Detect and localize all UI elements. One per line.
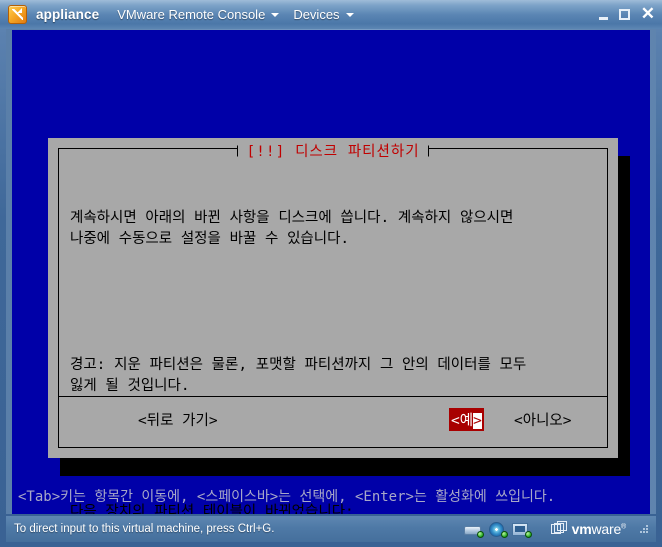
selection-cursor: > [473,413,482,429]
connected-indicator [500,530,508,538]
keyboard-help-line: <Tab>키는 항목간 이동에, <스페이스바>는 선택에, <Enter>는 … [18,489,556,505]
device-status-icons [463,521,532,538]
dialog-paragraph-1: 계속하시면 아래의 바뀐 사항을 디스크에 씁니다. 계속하지 않으시면 나중에… [70,210,514,247]
vmware-logo: vmware® [550,521,627,537]
dialog-paragraph-2: 경고: 지운 파티션은 물론, 포맷할 파티션까지 그 안의 데이터를 모두 잃… [70,357,527,394]
connected-indicator [524,530,532,538]
dialog-title: [!!] 디스크 파티션하기 [237,140,429,161]
cd-dvd-icon[interactable] [488,521,508,538]
dialog-body: 계속하시면 아래의 바뀐 사항을 디스크에 씁니다. 계속하지 않으시면 나중에… [70,166,602,514]
window-controls: ✕ [598,0,655,29]
go-back-button[interactable]: <뒤로 가기> [138,409,218,430]
network-adapter-icon[interactable] [511,522,532,538]
hard-disk-icon[interactable] [463,522,484,538]
minimize-icon[interactable] [598,16,608,20]
vmware-mark-icon [550,521,567,537]
menu-vmware-remote-console[interactable]: VMware Remote Console [117,7,280,22]
dialog-title-wrap: [!!] 디스크 파티션하기 [59,140,607,161]
vmware-wordmark-light: ware [591,521,622,537]
menu-vmware-remote-console-label: VMware Remote Console [117,7,266,22]
partition-disks-dialog: [!!] 디스크 파티션하기 계속하시면 아래의 바뀐 사항을 디스크에 씁니다… [48,138,618,514]
connected-indicator [476,530,484,538]
vmware-remote-console-window: appliance VMware Remote Console Devices … [0,0,662,547]
resize-grip-icon[interactable] [638,523,650,535]
chevron-down-icon [345,12,354,17]
status-bar: To direct input to this virtual machine,… [6,516,656,542]
vm-console-screen[interactable]: [!!] 디스크 파티션하기 계속하시면 아래의 바뀐 사항을 디스크에 씁니다… [12,30,650,514]
menu-bar: VMware Remote Console Devices [117,7,354,22]
trademark-symbol: ® [621,523,626,531]
yes-button-label: <예 [451,413,474,429]
status-message: To direct input to this virtual machine,… [14,523,275,535]
vmware-wordmark-bold: vm [571,521,592,537]
dialog-button-row: <뒤로 가기> <예> <아니오> [59,396,607,447]
no-button[interactable]: <아니오> [514,409,571,430]
vmware-appliance-icon [8,5,27,24]
vmware-wordmark: vmware® [571,521,627,537]
close-icon[interactable]: ✕ [641,5,655,22]
maximize-icon[interactable] [618,9,630,20]
window-titlebar: appliance VMware Remote Console Devices … [0,0,662,29]
menu-devices[interactable]: Devices [293,7,354,22]
menu-devices-label: Devices [293,7,340,22]
yes-button[interactable]: <예> [449,408,484,431]
window-title: appliance [36,7,100,22]
chevron-down-icon [271,12,280,17]
